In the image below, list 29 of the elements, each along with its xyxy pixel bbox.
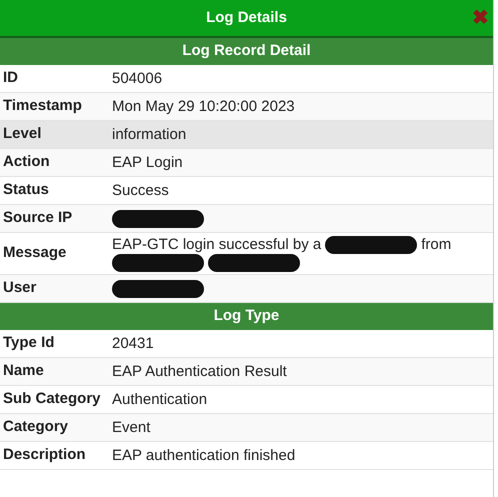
field-label: Sub Category bbox=[2, 389, 102, 410]
value-text: 20431 bbox=[112, 334, 154, 353]
value-text: Mon May 29 10:20:00 2023 bbox=[112, 97, 295, 116]
field-label: ID bbox=[2, 68, 19, 88]
field-label: Description bbox=[2, 445, 87, 466]
field-label: Status bbox=[2, 180, 50, 200]
value-text: Event bbox=[112, 418, 150, 437]
value-text: from bbox=[421, 235, 452, 254]
section-title: Log Record Detail bbox=[182, 41, 311, 62]
value-text: EAP-GTC login successful by a bbox=[112, 235, 322, 254]
value-text: EAP Login bbox=[112, 153, 183, 172]
value-text: Success bbox=[112, 181, 169, 200]
field-label: Message bbox=[2, 243, 68, 264]
value-text: Authentication bbox=[112, 390, 208, 409]
value-text: information bbox=[112, 125, 186, 144]
field-label: Timestamp bbox=[2, 96, 83, 116]
field-label: Level bbox=[2, 124, 42, 144]
value-text: EAP authentication finished bbox=[112, 446, 296, 465]
window-title: Log Details bbox=[206, 8, 287, 28]
field-label: Category bbox=[2, 417, 70, 438]
field-label: User bbox=[2, 278, 38, 298]
field-label: Name bbox=[2, 361, 45, 382]
field-label: Source IP bbox=[2, 208, 74, 228]
value-text: EAP Authentication Result bbox=[112, 362, 287, 381]
field-label: Type Id bbox=[2, 333, 56, 354]
value-text: 504006 bbox=[112, 69, 162, 88]
field-label: Action bbox=[2, 152, 51, 172]
close-button[interactable]: ✖ bbox=[472, 8, 489, 28]
section-title: Log Type bbox=[214, 306, 280, 326]
